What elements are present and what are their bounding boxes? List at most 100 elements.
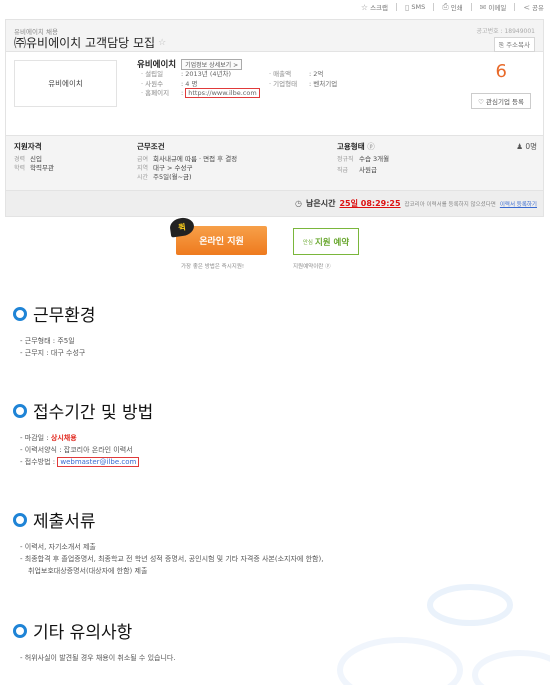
help-icon[interactable]: ⓟ [367,142,375,151]
heart-icon: ♡ [478,98,487,106]
company-name[interactable]: 유비에이치 [137,58,176,70]
area-key: 지역 [137,165,149,172]
work-conditions-block: 근무조건 급여 회사내규에 따름 · 면접 후 결정 지역 대구 > 수성구 시간 주… [137,136,337,188]
list-item: 마감일 : 상시채용 [20,432,153,444]
scrap-button[interactable]: ☆ 스크랩 [361,2,388,13]
company-meta-left: · 설립일: 2013년 (4년차) · 사원수: 4 명 · 홈페이지: ht… [141,70,260,99]
list-item: 이력서양식 : 잡코리아 온라인 이력서 [20,444,153,456]
education-key: 학력 [14,165,26,172]
section-notes: 기타 유의사항 허위사실이 발견될 경우 채용이 취소될 수 있습니다. [13,618,176,664]
employment-block: 고용형태 ⓟ ♟ 0명 정규직 수습 3개월 직급 사원급 [337,136,537,188]
company-logo-text: 유비에이치 [48,79,83,88]
help-icon[interactable]: ⓟ [325,264,331,270]
reserve-apply-caption: 지원예약이란 ⓟ [293,262,331,270]
ring-bullet-icon [13,623,27,638]
divider [514,3,516,11]
homepage-link[interactable]: https://www.ilbe.com [185,88,260,98]
ring-bullet-icon [13,403,27,418]
printer-icon: ⎙ [442,2,449,11]
ring-bullet-icon [13,306,27,321]
person-count: ♟ 0명 [516,141,537,152]
education-value: 학력무관 [30,164,54,172]
interest-company-button[interactable]: ♡ 관심기업 등록 [471,93,531,109]
work-conditions-heading: 근무조건 [137,142,165,151]
sms-button[interactable]: ▯ SMS [405,3,425,12]
qualification-heading: 지원자격 [14,142,42,151]
list-item: 허위사실이 발견될 경우 채용이 취소될 수 있습니다. [20,652,176,664]
revenue-label: · 매출액 [269,70,292,78]
company-detail-button[interactable]: 기업정보 상세보기 > [181,58,243,70]
ring-bullet-icon [13,512,27,527]
employment-type-key: 정규직 [337,156,354,163]
section-work-environment: 근무환경 근무형태 : 주5일 근무지 : 대구 수성구 [13,301,96,359]
posting-number: 공고번호 : 18949001 [476,28,535,35]
section-title: 접수기간 및 방법 [33,403,154,423]
company-type-value: : 벤처기업 [309,79,338,88]
section-title: 기타 유의사항 [33,623,133,643]
company-type-label: · 기업형태 [269,79,298,88]
method-label: 접수방법 : [24,458,58,466]
homepage-label: · 홈페이지 [141,89,170,97]
reserve-caption-text: 지원예약이란 [293,264,324,270]
share-label: 공유 [532,4,544,12]
sms-label: SMS [411,3,426,11]
register-resume-link[interactable]: 이력서 등록하기 [500,200,537,208]
deadline-value: 상시채용 [50,434,77,442]
employment-heading-row: 고용형태 ⓟ ♟ 0명 [337,141,537,152]
list-item: 근무지 : 대구 수성구 [20,347,96,359]
email-button[interactable]: ✉ 이메일 [480,2,507,13]
section-title: 제출서류 [33,512,96,532]
page-title: ㈜유비에이치 고객담당 모집 [14,36,156,50]
rank-value: 사원급 [359,166,377,174]
job-title-row: ㈜유비에이치 고객담당 모집 ☆ [14,34,166,51]
list-item-continued: 취업보호대상증명서(대상자에 한함) 제출 [28,567,148,575]
company-name-row: 유비에이치 기업정보 상세보기 > [137,58,243,70]
top-toolbar: ☆ 스크랩 ▯ SMS ⎙ 인쇄 ✉ 이메일 < 공유 [361,0,544,14]
company-logo[interactable]: 유비에이치 [14,60,117,107]
time-value: 주5일(월~금) [153,173,192,181]
job-card: 유비에이치 채용 ㈜유비에이치 고객담당 모집 ☆ 공고번호 : 1894900… [5,19,544,217]
email-link[interactable]: webmaster@ilbe.com [57,457,140,467]
qualification-block: 지원자격 경력 신입 학력 학력무관 [14,136,134,188]
revenue-value: : 2억 [309,70,324,78]
list-item: 최종합격 후 졸업증명서, 최종학교 전 학년 성적 증명서, 공인시험 및 기… [20,553,324,565]
pay-key: 급여 [137,156,149,163]
reserve-prefix: 안심 [302,239,313,246]
pay-value: 회사내규에 따름 · 면접 후 결정 [153,155,238,163]
print-button[interactable]: ⎙ 인쇄 [442,2,462,12]
section-documents: 제출서류 이력서, 자기소개서 제출 최종합격 후 졸업증명서, 최종학교 전 … [13,507,323,577]
section-application: 접수기간 및 방법 마감일 : 상시채용 이력서양식 : 잡코리아 온라인 이력… [13,398,153,468]
job-header: 유비에이치 채용 ㈜유비에이치 고객담당 모집 ☆ 공고번호 : 1894900… [6,20,543,52]
rank-key: 직급 [337,167,349,174]
reserve-apply-button[interactable]: 안심 지원 예약 [293,228,359,255]
reserve-apply-label: 지원 예약 [314,237,350,248]
established-label: · 설립일 [141,70,164,78]
phone-icon: ▯ [405,2,410,12]
favorite-star-icon[interactable]: ☆ [158,38,166,48]
copy-address-label: 주소복사 [506,41,530,49]
established-value: : 2013년 (4년차) [181,70,232,78]
person-icon: ♟ [516,142,526,151]
divider [396,3,398,11]
copy-address-button[interactable]: ⎘ 주소복사 [493,37,535,52]
area-value: 대구 > 수성구 [153,164,193,172]
company-meta-right: · 매출액 : 2억 · 기업형태 : 벤처기업 [269,70,337,89]
list-item: 접수방법 : webmaster@ilbe.com [20,456,153,468]
background-clouds [337,584,550,685]
deadline-label: 마감일 : [24,434,51,442]
time-key: 시간 [137,174,149,181]
career-key: 경력 [14,156,26,163]
divider [470,3,472,11]
interest-label: 관심기업 등록 [486,98,524,106]
share-button[interactable]: < 공유 [523,2,544,13]
deadline-bar: ◷ 남은시간 25일 08:29:25 잡코리아 이력서를 등록하지 않으셨다면… [6,190,543,216]
employment-heading: 고용형태 [337,142,365,151]
share-icon: < [523,2,531,12]
email-label: 이메일 [488,4,507,12]
online-apply-caption: 가장 좋은 방법은 즉시지원! [181,264,245,270]
employment-type-value: 수습 3개월 [359,155,390,163]
clock-icon: ◷ [295,199,303,208]
divider [433,3,435,11]
online-apply-label: 온라인 지원 [199,237,244,247]
employees-label: · 사원수 [141,79,164,88]
